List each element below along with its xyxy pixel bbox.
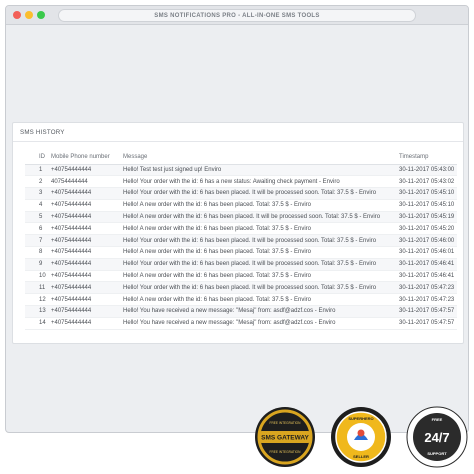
header-id[interactable]: ID [25,151,47,165]
header-message[interactable]: Message [119,151,395,165]
sms-gateway-badge: SMS GATEWAY FREE INTEGRATION FREE INTEGR… [255,407,315,467]
cell-id: 5 [25,211,47,224]
table-row[interactable]: 7 +40754444444 Hello! Your order with the … [25,234,457,248]
table-row[interactable]: 13 +40754444444 Hello! You have received a… [25,305,457,318]
cell-id: 10 [25,270,47,283]
table-row[interactable]: 6 +40754444444 Hello! A new order with the… [25,222,457,236]
table-row[interactable]: 1 +40754444444 Hello! Test test just signe… [25,164,457,177]
sms-history-table: ID Mobile Phone number Message Timestamp… [25,151,457,330]
badge-gateway-bottom: FREE INTEGRATION [270,450,302,454]
support-badge: FREE 24/7 SUPPORT [406,406,468,468]
cell-phone: +40754444444 [47,270,119,283]
cell-timestamp: 30-11-2017 05:46:41 [395,270,457,283]
header-phone[interactable]: Mobile Phone number [47,151,119,165]
cell-timestamp: 30-11-2017 05:45:10 [395,187,457,200]
cell-message: Hello! You have received a new message: … [119,305,395,318]
table-row[interactable]: 14 +40754444444 Hello! You have received a… [25,317,457,330]
table-row[interactable]: 8 +40754444444 Hello! A new order with the… [25,246,457,259]
cell-message: Hello! Your order with the id: 6 has bee… [119,281,395,295]
badge-support-main: 24/7 [424,430,449,445]
cell-timestamp: 30-11-2017 05:45:20 [395,222,457,236]
superhero-head-icon [357,429,365,437]
promo-badges: SMS GATEWAY FREE INTEGRATION FREE INTEGR… [250,406,474,474]
cell-phone: +40754444444 [47,246,119,259]
cell-phone: +40754444444 [47,281,119,295]
badge-gateway-main: SMS GATEWAY [261,435,309,442]
cell-message: Hello! A new order with the id: 6 has be… [119,293,395,307]
cell-phone: +40754444444 [47,222,119,236]
cell-phone: +40754444444 [47,317,119,330]
cell-timestamp: 30-11-2017 05:45:19 [395,211,457,224]
cell-id: 14 [25,317,47,330]
table-row[interactable]: 2 40754444444 Hello! Your order with the i… [25,175,457,189]
cell-phone: +40754444444 [47,199,119,212]
cell-timestamp: 30-11-2017 05:47:23 [395,293,457,307]
cell-id: 2 [25,175,47,189]
cell-timestamp: 30-11-2017 05:47:23 [395,281,457,295]
maximize-window-button[interactable] [37,11,45,19]
badge-support-top: FREE [432,417,443,422]
cell-id: 13 [25,305,47,318]
badge-support-bottom: SUPPORT [427,451,447,456]
cell-timestamp: 30-11-2017 05:46:01 [395,246,457,259]
table-row[interactable]: 9 +40754444444 Hello! Your order with the … [25,258,457,271]
table-row[interactable]: 5 +40754444444 Hello! A new order with the… [25,211,457,224]
table-row[interactable]: 12 +40754444444 Hello! A new order with th… [25,293,457,307]
badge-seller-bottom: SELLER [353,454,369,459]
cell-id: 3 [25,187,47,200]
cell-id: 7 [25,234,47,248]
cell-message: Hello! You have received a new message: … [119,317,395,330]
cell-id: 6 [25,222,47,236]
cell-phone: +40754444444 [47,187,119,200]
table-row[interactable]: 3 +40754444444 Hello! Your order with the … [25,187,457,200]
cell-timestamp: 30-11-2017 05:46:00 [395,234,457,248]
cell-phone: 40754444444 [47,175,119,189]
cell-id: 11 [25,281,47,295]
sms-history-panel: SMS HISTORY ID Mobile Phone number Messa… [12,122,464,344]
cell-phone: +40754444444 [47,164,119,177]
app-window: SMS NOTIFICATIONS PRO - ALL-IN-ONE SMS T… [5,5,469,433]
panel-title: SMS HISTORY [13,123,463,142]
title-bar: SMS NOTIFICATIONS PRO - ALL-IN-ONE SMS T… [6,6,468,25]
cell-message: Hello! Your order with the id: 6 has a n… [119,175,395,189]
table-row[interactable]: 4 +40754444444 Hello! A new order with the… [25,199,457,212]
table-row[interactable]: 11 +40754444444 Hello! Your order with the… [25,281,457,295]
cell-message: Hello! A new order with the id: 6 has be… [119,222,395,236]
cell-id: 9 [25,258,47,271]
window-controls [13,11,45,19]
cell-phone: +40754444444 [47,258,119,271]
badge-gateway-top: FREE INTEGRATION [270,421,302,425]
cell-message: Hello! Your order with the id: 6 has bee… [119,234,395,248]
cell-message: Hello! A new order with the id: 6 has be… [119,199,395,212]
cell-id: 1 [25,164,47,177]
cell-id: 8 [25,246,47,259]
window-title: SMS NOTIFICATIONS PRO - ALL-IN-ONE SMS T… [154,12,320,19]
cell-message: Hello! Your order with the id: 6 has bee… [119,187,395,200]
cell-phone: +40754444444 [47,234,119,248]
header-timestamp[interactable]: Timestamp [395,151,457,165]
table-row[interactable]: 10 +40754444444 Hello! A new order with th… [25,270,457,283]
close-window-button[interactable] [13,11,21,19]
cell-timestamp: 30-11-2017 05:47:57 [395,317,457,330]
cell-timestamp: 30-11-2017 05:46:41 [395,258,457,271]
cell-timestamp: 30-11-2017 05:43:00 [395,164,457,177]
cell-phone: +40754444444 [47,305,119,318]
cell-timestamp: 30-11-2017 05:47:57 [395,305,457,318]
cell-phone: +40754444444 [47,211,119,224]
cell-message: Hello! Your order with the id: 6 has bee… [119,258,395,271]
cell-id: 12 [25,293,47,307]
address-bar: SMS NOTIFICATIONS PRO - ALL-IN-ONE SMS T… [58,9,416,22]
cell-message: Hello! A new order with the id: 6 has be… [119,246,395,259]
superhero-seller-badge: SUPERHERO SELLER [331,407,391,467]
cell-message: Hello! A new order with the id: 6 has be… [119,211,395,224]
cell-phone: +40754444444 [47,293,119,307]
cell-timestamp: 30-11-2017 05:45:10 [395,199,457,212]
cell-message: Hello! A new order with the id: 6 has be… [119,270,395,283]
cell-timestamp: 30-11-2017 05:43:02 [395,175,457,189]
badge-seller-top: SUPERHERO [348,416,373,421]
cell-message: Hello! Test test just signed up! Enviro [119,164,395,177]
table-header-row: ID Mobile Phone number Message Timestamp [25,151,457,165]
cell-id: 4 [25,199,47,212]
minimize-window-button[interactable] [25,11,33,19]
